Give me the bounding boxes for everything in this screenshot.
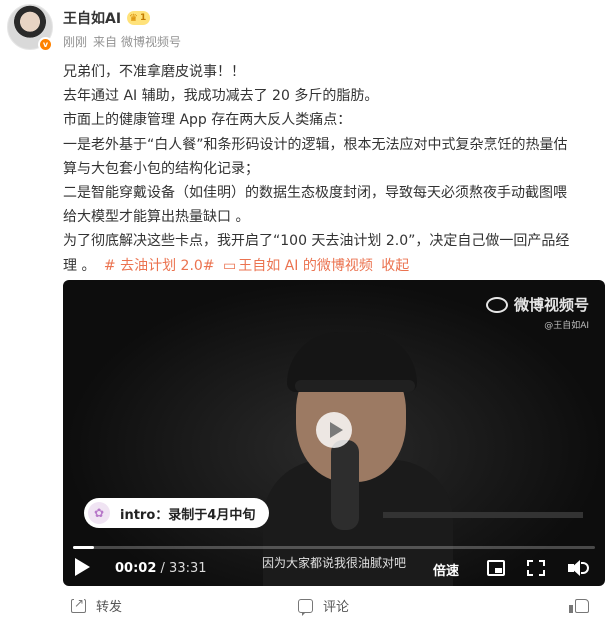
- hashtag-link[interactable]: # 去油计划 2.0#: [104, 258, 215, 274]
- video-frame-mic-arm: [383, 512, 583, 518]
- like-button[interactable]: [569, 598, 599, 613]
- intro-label: intro：录制于4月中旬: [120, 507, 256, 523]
- center-play-button[interactable]: [316, 412, 352, 448]
- forward-button[interactable]: 转发: [71, 595, 123, 615]
- level-number: 1: [140, 13, 147, 23]
- watermark-handle: @王自如AI: [544, 321, 589, 331]
- source-prefix: 来自: [93, 35, 118, 49]
- crown-icon: ♛: [129, 12, 139, 24]
- post-source[interactable]: 微博视频号: [121, 33, 181, 50]
- time-separator: /: [156, 561, 170, 576]
- post-line-end: 理 。: [63, 257, 96, 274]
- volume-icon[interactable]: [568, 560, 589, 576]
- speed-button[interactable]: 倍速: [433, 560, 459, 579]
- weibo-eye-icon: [485, 296, 508, 313]
- comment-label: 评论: [323, 600, 350, 615]
- comment-icon: [298, 598, 314, 616]
- collapse-link[interactable]: 收起: [381, 258, 409, 274]
- action-bar: 转发 评论: [63, 595, 605, 616]
- user-row: 王自如AI ♛ 1: [63, 8, 151, 28]
- forward-icon: [71, 595, 86, 613]
- video-player[interactable]: 微博视频号 @王自如AI ✿ intro：录制于4月中旬 因为大家都说我很油腻对…: [63, 280, 605, 586]
- flower-icon: ✿: [88, 502, 110, 524]
- level-badge[interactable]: ♛ 1: [127, 11, 151, 25]
- user-name[interactable]: 王自如AI: [63, 8, 121, 28]
- post-last-line: 理 。 # 去油计划 2.0# ▭ 王自如 AI 的微博视频 收起: [63, 254, 608, 278]
- post-body: 兄弟们，不准拿磨皮说事！！ 去年通过 AI 辅助，我成功减去了 20 多斤的脂肪…: [63, 60, 608, 278]
- intro-chip: ✿ intro：录制于4月中旬: [84, 498, 270, 528]
- like-icon: [569, 598, 589, 613]
- post-line: 算与大包套小包的结构化记录；: [63, 160, 259, 177]
- current-time: 00:02: [115, 561, 157, 576]
- comment-button[interactable]: 评论: [298, 596, 350, 616]
- pip-icon[interactable]: [487, 560, 505, 576]
- post-line: 给大模型才能算出热量缺口 。: [63, 209, 250, 226]
- play-pause-button[interactable]: [75, 558, 90, 576]
- progress-fill: [73, 546, 94, 549]
- play-icon: [329, 422, 343, 438]
- video-link[interactable]: 王自如 AI 的微博视频: [238, 258, 373, 274]
- post-line: 市面上的健康管理 App 存在两大反人类痛点：: [63, 112, 352, 129]
- progress-bar[interactable]: [73, 546, 595, 549]
- verified-badge-icon: v: [38, 37, 53, 52]
- video-link-icon[interactable]: ▭: [223, 258, 236, 274]
- post-meta: 刚刚 来自 微博视频号: [63, 33, 181, 50]
- post-line: 二是智能穿戴设备（如佳明）的数据生态极度封闭，导致每天必须熬夜手动截图喂: [63, 185, 567, 202]
- post-line: 兄弟们，不准拿磨皮说事！！: [63, 64, 245, 80]
- video-frame-microphone: [331, 440, 359, 530]
- video-frame-cap-visor: [295, 380, 415, 392]
- fullscreen-icon[interactable]: [527, 560, 545, 576]
- post-line: 一是老外基于“白人餐”和条形码设计的逻辑，根本无法应对中式复杂烹饪的热量估: [63, 136, 568, 153]
- forward-label: 转发: [96, 600, 123, 615]
- total-time: 33:31: [169, 561, 207, 576]
- watermark: 微博视频号 @王自如AI: [485, 294, 589, 331]
- post-time[interactable]: 刚刚: [63, 33, 87, 50]
- post-line: 去年通过 AI 辅助，我成功减去了 20 多斤的脂肪。: [63, 88, 379, 105]
- watermark-title: 微博视频号: [513, 296, 589, 314]
- time-display: 00:02 / 33:31: [115, 561, 207, 576]
- post-line: 为了彻底解决这些卡点，我开启了“100 天去油计划 2.0”，决定自己做一回产品…: [63, 233, 570, 250]
